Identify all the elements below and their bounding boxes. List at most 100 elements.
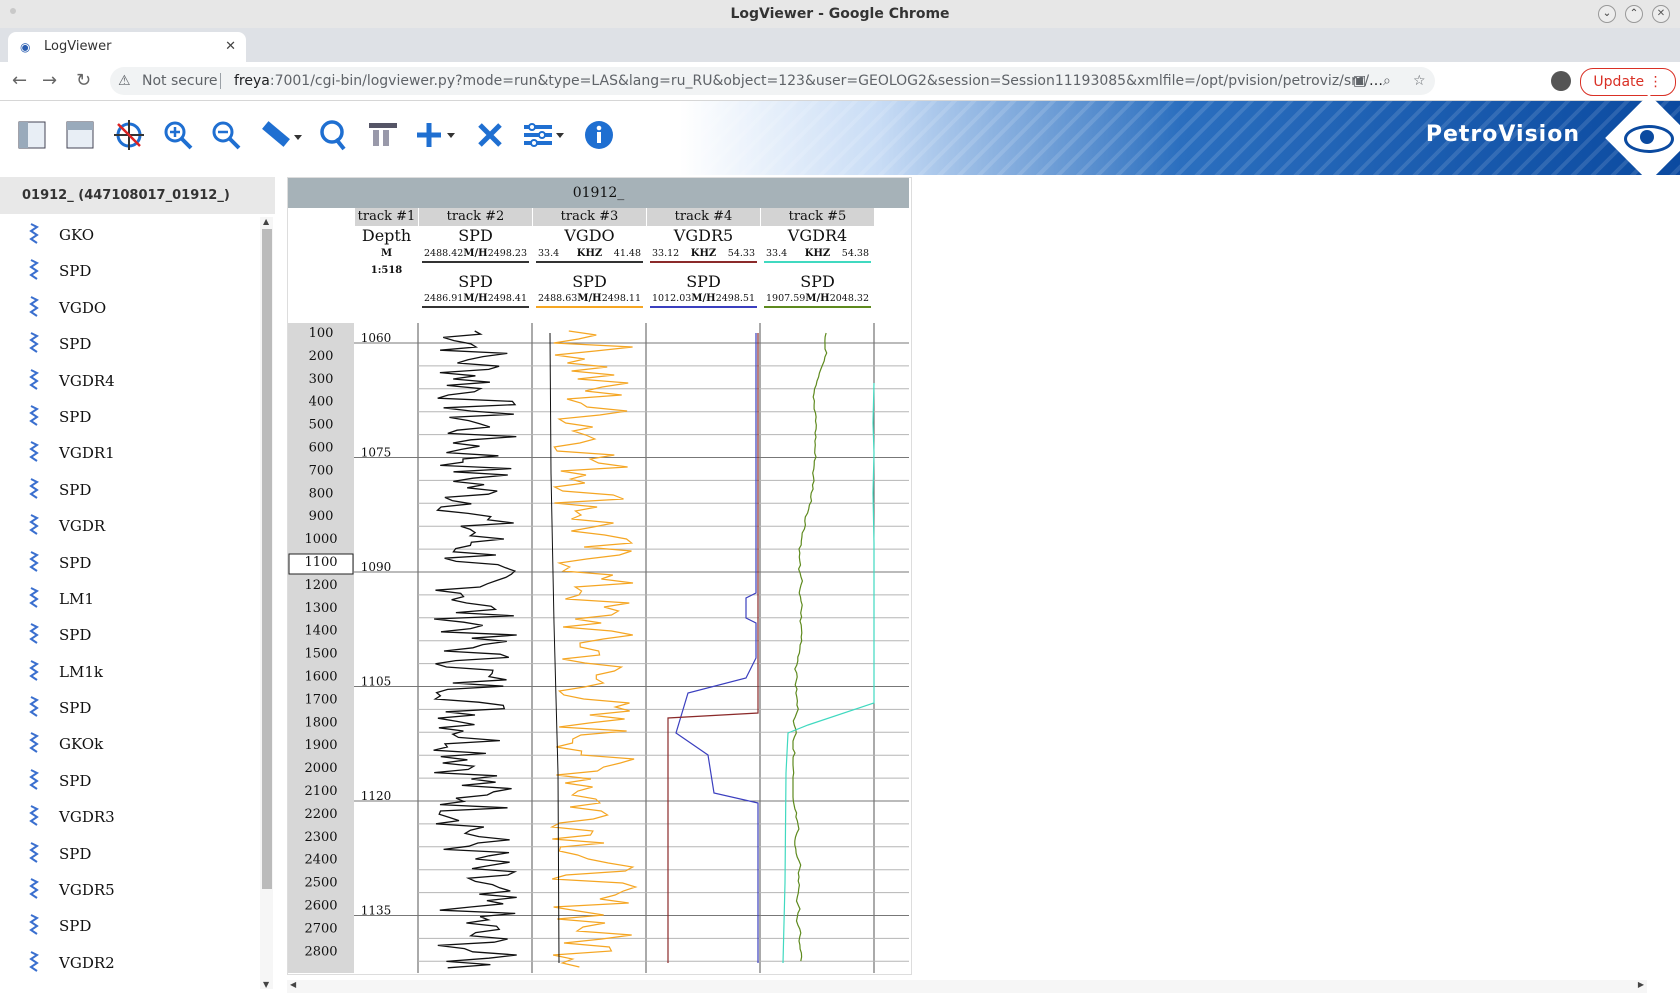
tab-logviewer[interactable]: ◉ LogViewer ✕ — [8, 32, 246, 62]
info-icon[interactable] — [583, 119, 615, 151]
target-icon[interactable] — [113, 119, 145, 151]
row-number: 2000 — [304, 761, 337, 776]
scroll-up-icon[interactable]: ▲ — [263, 217, 269, 226]
curve-name: VGDR5 — [673, 226, 734, 245]
curve-legend-line — [764, 261, 871, 263]
curve-label: SPD — [59, 407, 92, 426]
well-header[interactable]: 01912_ (447108017_01912_) — [0, 177, 275, 214]
window-menu-dot[interactable] — [10, 8, 16, 14]
curve-legend-line — [422, 261, 529, 263]
zoom-out-icon[interactable] — [210, 119, 242, 151]
scrollbar-thumb[interactable] — [262, 229, 272, 889]
panel-top-icon[interactable] — [64, 119, 96, 151]
scroll-down-icon[interactable]: ▼ — [263, 980, 269, 989]
track-1-label: track #1 — [355, 208, 418, 226]
maximize-icon[interactable]: ⌃ — [1625, 5, 1643, 23]
brand-banner: PetroVision — [680, 94, 1680, 182]
curve-item[interactable]: VGDR3 — [0, 799, 258, 835]
delete-icon[interactable] — [474, 119, 506, 151]
curve-label: VGDR3 — [59, 808, 115, 827]
scroll-left-icon[interactable]: ◀ — [290, 980, 296, 989]
curve-legend-line — [764, 306, 871, 308]
row-number: 1500 — [304, 647, 337, 662]
curve-item[interactable]: VGDR — [0, 508, 258, 544]
scroll-right-icon[interactable]: ▶ — [1638, 980, 1644, 989]
curve-item[interactable]: SPD — [0, 399, 258, 435]
curve-item[interactable]: SPD — [0, 763, 258, 799]
depth-label: 1135 — [361, 904, 392, 918]
format-icon[interactable] — [367, 119, 399, 151]
curve-icon — [29, 332, 39, 354]
bookmark-star-icon[interactable]: ☆ — [1413, 67, 1426, 95]
curve-item[interactable]: SPD — [0, 326, 258, 362]
curve-icon — [29, 295, 39, 317]
curve-label: SPD — [59, 480, 92, 499]
curve-legend-line — [650, 261, 757, 263]
profile-avatar-icon[interactable] — [1551, 71, 1571, 91]
tab-strip: ◉ LogViewer ✕ + — [0, 28, 1680, 84]
reload-icon[interactable]: ↻ — [76, 70, 91, 91]
curve-item[interactable]: GKO — [0, 217, 258, 253]
window-title: LogViewer - Google Chrome — [730, 6, 950, 22]
curve-max: 54.38 — [841, 248, 869, 259]
divider — [220, 73, 221, 89]
curve-item[interactable]: SPD — [0, 908, 258, 944]
horizontal-scrollbar[interactable]: ◀ ▶ — [287, 980, 1647, 993]
curve-max: 41.48 — [613, 248, 641, 259]
curve-label: LM1k — [59, 662, 103, 681]
curve-item[interactable]: LM1 — [0, 581, 258, 617]
curve-item[interactable]: SPD — [0, 472, 258, 508]
install-app-icon[interactable]: ▣ — [1353, 67, 1366, 95]
add-icon[interactable] — [415, 119, 461, 151]
curve-list-scrollbar[interactable]: ▲ ▼ — [260, 217, 273, 989]
curve-icon — [29, 768, 39, 790]
curve-item[interactable]: VGDR4 — [0, 363, 258, 399]
curve-item[interactable]: GKOk — [0, 726, 258, 762]
curve-name: SPD — [458, 272, 493, 291]
well-name: 01912_ (447108017_01912_) — [22, 188, 230, 203]
curve-item[interactable]: SPD — [0, 836, 258, 872]
row-number: 2300 — [304, 830, 337, 845]
settings-icon[interactable] — [522, 119, 568, 151]
curve-item[interactable]: LM1k — [0, 654, 258, 690]
row-number: 2600 — [304, 899, 337, 914]
minimize-icon[interactable]: ⌄ — [1598, 5, 1616, 23]
eye-icon: ◉ — [20, 40, 31, 54]
back-icon[interactable]: ← — [12, 70, 27, 91]
spd-curve-track3 — [549, 330, 638, 968]
update-button[interactable]: Update ⋮ — [1580, 68, 1676, 96]
curve-name: VGDR4 — [787, 226, 848, 245]
row-number: 600 — [309, 441, 334, 456]
curve-icon — [29, 659, 39, 681]
row-number: 100 — [309, 326, 334, 341]
curve-label: SPD — [59, 262, 92, 281]
curve-item[interactable]: VGDR2 — [0, 945, 258, 981]
curve-item[interactable]: VGDR1 — [0, 435, 258, 471]
curve-icon — [29, 914, 39, 936]
track-label: track #5 — [761, 208, 874, 226]
curve-item[interactable]: SPD — [0, 253, 258, 289]
curve-item[interactable]: SPD — [0, 545, 258, 581]
curve-item[interactable]: SPD — [0, 690, 258, 726]
curve-item[interactable]: VGDO — [0, 290, 258, 326]
curve-max: 54.33 — [727, 248, 755, 259]
depth-label: 1060 — [361, 331, 392, 345]
curve-legend-line — [422, 306, 529, 308]
panel-left-icon[interactable] — [16, 119, 48, 151]
curve-item[interactable]: VGDR5 — [0, 872, 258, 908]
row-number: 1900 — [304, 738, 337, 753]
row-number: 500 — [309, 418, 334, 433]
close-window-icon[interactable]: ✕ — [1652, 5, 1670, 23]
forward-icon[interactable]: → — [42, 70, 57, 91]
curve-icon — [29, 550, 39, 572]
curve-label: SPD — [59, 553, 92, 572]
row-number: 800 — [309, 486, 334, 501]
log-plot[interactable]: 100 200 300 400 500 600 700 800 900 1000 1100 1200 1… — [288, 323, 909, 973]
search-icon[interactable] — [318, 119, 350, 151]
url-field[interactable]: ⚠ Not secure freya:7001/cgi-bin/logviewe… — [110, 67, 1435, 95]
curve-item[interactable]: SPD — [0, 617, 258, 653]
zoom-in-icon[interactable] — [162, 119, 194, 151]
zoom-icon[interactable]: ⌕ — [1383, 67, 1391, 95]
ruler-icon[interactable] — [258, 119, 304, 151]
tab-close-icon[interactable]: ✕ — [225, 32, 236, 62]
